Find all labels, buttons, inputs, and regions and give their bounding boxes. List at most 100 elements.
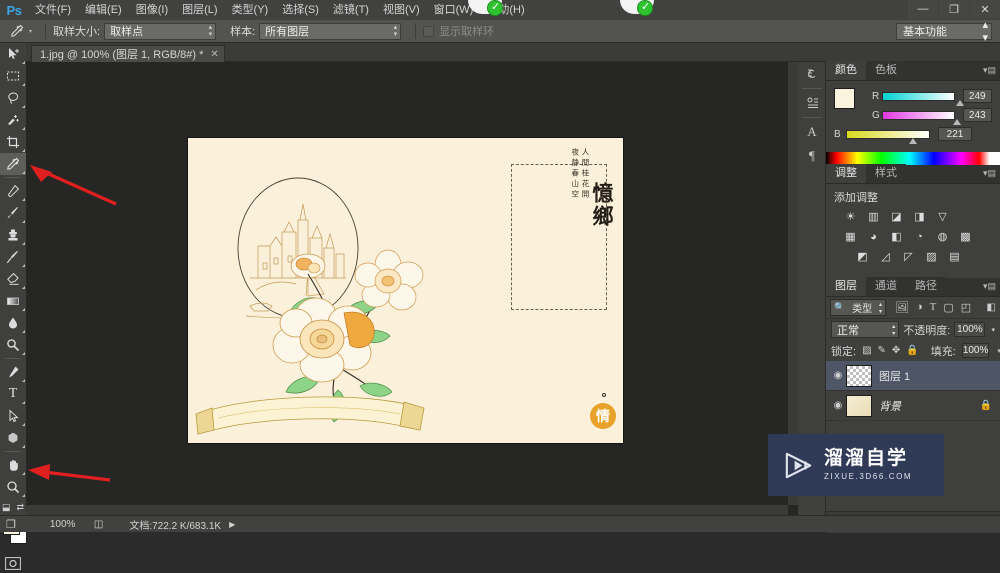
slider-thumb-r[interactable] — [956, 99, 965, 106]
posterize-icon[interactable]: ◿ — [877, 249, 894, 264]
tab-layers[interactable]: 图层 — [826, 277, 866, 296]
actions-icon[interactable] — [798, 91, 826, 115]
history-brush-tool[interactable] — [0, 246, 26, 268]
channel-slider-r[interactable] — [882, 91, 965, 106]
layer-visibility-icon[interactable]: ◉ — [830, 400, 846, 411]
canvas-area[interactable]: 人閒桂花開 夜静春山空 憶鄉 情 — [26, 62, 798, 515]
tool-preset-chevron-icon[interactable]: ▾ — [29, 28, 32, 35]
layer-name[interactable]: 图层 1 — [879, 368, 996, 384]
layer-thumbnail[interactable] — [846, 394, 872, 417]
channel-slider-b[interactable] — [846, 129, 930, 144]
tab-paths[interactable]: 路径 — [906, 277, 946, 296]
gradient-map-icon[interactable]: ▨ — [923, 249, 940, 264]
quick-selection-tool[interactable] — [0, 109, 26, 131]
photo-filter-icon[interactable]: ◔ — [911, 229, 928, 244]
filter-shape-icon[interactable]: ▢ — [943, 301, 953, 314]
healing-brush-tool[interactable] — [0, 180, 26, 202]
filter-type-icon[interactable]: T — [930, 301, 937, 314]
lock-all-icon[interactable]: 🔒 — [906, 345, 918, 356]
curves-icon[interactable]: ◪ — [888, 209, 905, 224]
show-sampling-ring-checkbox[interactable] — [423, 25, 435, 37]
quick-mask-button[interactable] — [0, 553, 26, 573]
invert-icon[interactable]: ◩ — [854, 249, 871, 264]
eyedropper-tool[interactable] — [0, 153, 26, 175]
panel-menu-icon[interactable]: ▾▤ — [983, 66, 996, 75]
minimize-button[interactable]: — — [908, 0, 938, 18]
channel-value-r[interactable]: 249 — [962, 89, 992, 103]
layer-kind-select[interactable]: 🔍 类型 ▴ ▾ — [830, 299, 886, 316]
color-panel-foreground-swatch[interactable] — [834, 88, 855, 109]
dodge-tool[interactable] — [0, 334, 26, 356]
close-icon[interactable]: ✕ — [210, 49, 218, 60]
tab-channels[interactable]: 通道 — [866, 277, 906, 296]
lock-position-icon[interactable]: ✥ — [892, 345, 900, 356]
levels-icon[interactable]: ▥ — [865, 209, 882, 224]
character-icon[interactable]: A — [798, 120, 826, 144]
menu-edit[interactable]: 编辑(E) — [78, 0, 129, 20]
exposure-icon[interactable]: ◨ — [911, 209, 928, 224]
zoom-level[interactable]: 100% — [50, 519, 94, 530]
hand-tool[interactable] — [0, 454, 26, 476]
menu-image[interactable]: 图像(I) — [129, 0, 175, 20]
pen-tool[interactable] — [0, 361, 26, 383]
color-balance-icon[interactable]: ◕ — [865, 229, 882, 244]
sample-size-select[interactable]: 取样点 ▴ ▾ — [104, 22, 217, 40]
black-white-icon[interactable]: ◧ — [888, 229, 905, 244]
clone-stamp-tool[interactable] — [0, 224, 26, 246]
brush-tool[interactable] — [0, 202, 26, 224]
swap-colors-icon[interactable]: ⇄ — [16, 502, 24, 513]
screen-mode-icon[interactable]: ❐ — [6, 518, 16, 531]
slider-thumb-g[interactable] — [953, 118, 962, 125]
tab-styles[interactable]: 样式 — [866, 164, 906, 183]
path-selection-tool[interactable] — [0, 405, 26, 427]
default-colors-icon[interactable]: ⬓ — [2, 502, 11, 513]
slider-thumb-b[interactable] — [909, 137, 917, 144]
type-tool[interactable]: T — [0, 383, 26, 405]
restore-button[interactable]: ❐ — [939, 0, 969, 18]
brightness-contrast-icon[interactable]: ☀ — [842, 209, 859, 224]
menu-layer[interactable]: 图层(L) — [175, 0, 224, 20]
menu-select[interactable]: 选择(S) — [275, 0, 326, 20]
filter-smart-icon[interactable]: ◰ — [961, 301, 971, 314]
lasso-tool[interactable] — [0, 87, 26, 109]
panel-menu-icon-3[interactable]: ▾▤ — [983, 282, 996, 291]
fill-value[interactable]: 100% — [961, 343, 990, 358]
crop-tool[interactable] — [0, 131, 26, 153]
blur-tool[interactable] — [0, 312, 26, 334]
eraser-tool[interactable] — [0, 268, 26, 290]
canvas-horizontal-scrollbar[interactable] — [26, 505, 788, 515]
paragraph-icon[interactable]: ¶ — [798, 144, 826, 168]
layer-thumbnail[interactable] — [846, 364, 872, 387]
channel-value-b[interactable]: 221 — [938, 127, 972, 141]
filter-toggle-switch[interactable]: ◧ — [987, 302, 996, 313]
zoom-tool[interactable] — [0, 476, 26, 498]
tab-adjustments[interactable]: 调整 — [826, 164, 866, 183]
status-arrow-icon[interactable]: ▶ — [229, 520, 235, 529]
layer-name[interactable]: 背景 — [879, 398, 980, 414]
workspace-select[interactable]: 基本功能 ▴ ▾ — [896, 19, 992, 44]
opacity-chevron-icon[interactable]: ▾ — [991, 326, 995, 334]
sample-select[interactable]: 所有图层 ▴ ▾ — [259, 22, 402, 40]
channel-mixer-icon[interactable]: ◍ — [934, 229, 951, 244]
close-button[interactable]: ✕ — [970, 0, 1000, 18]
tab-color[interactable]: 颜色 — [826, 61, 866, 80]
color-panel-swatches[interactable] — [834, 88, 864, 118]
color-lookup-icon[interactable]: ▩ — [957, 229, 974, 244]
eyedropper-icon[interactable] — [6, 22, 28, 40]
menu-filter[interactable]: 滤镜(T) — [326, 0, 376, 20]
marquee-tool[interactable] — [0, 65, 26, 87]
menu-view[interactable]: 视图(V) — [376, 0, 427, 20]
gradient-tool[interactable] — [0, 290, 26, 312]
menu-type[interactable]: 类型(Y) — [225, 0, 276, 20]
history-icon[interactable] — [798, 62, 826, 86]
filter-pixel-icon[interactable]: 🖼 — [895, 301, 909, 314]
table-row[interactable]: ◉ 图层 1 — [826, 361, 1000, 391]
vibrance-icon[interactable]: ▽ — [934, 209, 951, 224]
blend-mode-select[interactable]: 正常 ▴ ▾ — [831, 321, 900, 338]
filter-adjustment-icon[interactable]: ◑ — [916, 301, 923, 314]
artboard[interactable]: 人閒桂花開 夜静春山空 憶鄉 情 — [188, 138, 623, 443]
hue-saturation-icon[interactable]: ▦ — [842, 229, 859, 244]
tab-swatches[interactable]: 色板 — [866, 61, 906, 80]
channel-slider-g[interactable] — [882, 110, 962, 125]
lock-transparent-icon[interactable]: ▨ — [862, 345, 871, 356]
